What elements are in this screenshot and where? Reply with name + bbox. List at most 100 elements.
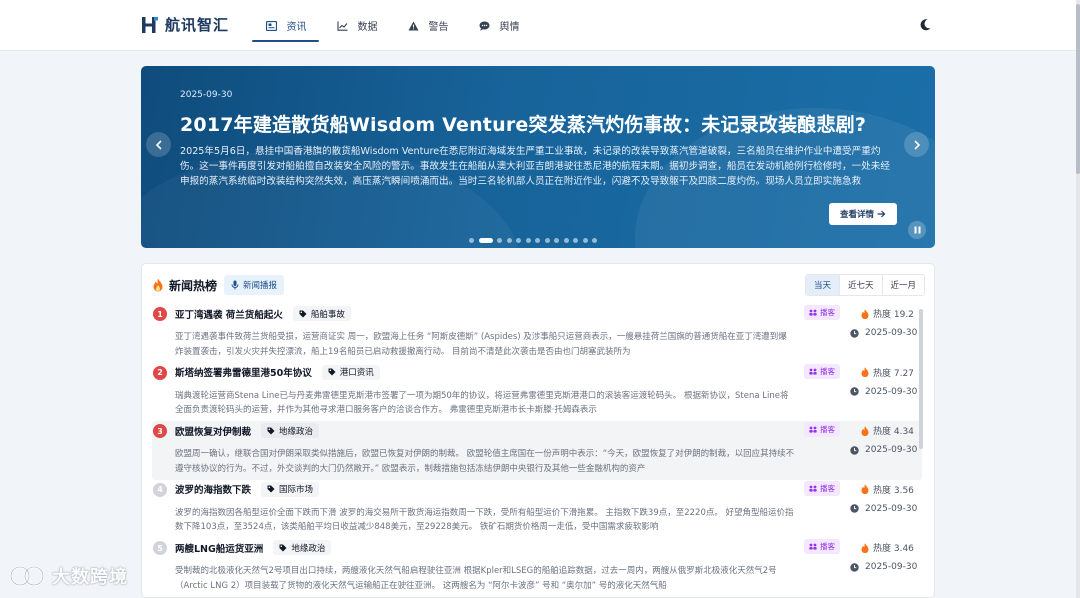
carousel-dot[interactable]	[525, 238, 531, 243]
clock-icon	[850, 504, 859, 513]
news-summary: 瑞典渡轮运营商Stena Line已与丹麦弗雷德里克斯港市签署了一项为期50年的…	[175, 390, 789, 416]
category-tag[interactable]: 地缘政治	[273, 540, 332, 555]
news-title[interactable]: 斯塔纳签署弗雷德里港50年协议	[175, 365, 312, 379]
news-title[interactable]: 两艘LNG船运货亚洲	[175, 541, 263, 555]
carousel-dot[interactable]	[544, 238, 550, 243]
podcast-label: 播客	[820, 542, 835, 551]
hero-title[interactable]: 2017年建造散货船Wisdom Venture突发蒸汽灼伤事故：未记录改装酿悲…	[180, 110, 866, 137]
brand-h-icon	[142, 16, 158, 33]
list-scrollbar-thumb[interactable]	[919, 309, 923, 449]
podcast-button[interactable]: 播客	[804, 305, 840, 320]
brand-logo[interactable]: 航讯智汇	[141, 14, 229, 35]
news-summary: 欧盟周一确认，继联合国对伊朗采取类似措施后，欧盟已恢复对伊朗的制裁。 欧盟轮值主…	[175, 449, 795, 474]
heat-value: 热度 7.27	[873, 368, 914, 379]
carousel-dot[interactable]	[535, 238, 540, 243]
featured-carousel: 2025-09-30 2017年建造散货船Wisdom Venture突发蒸汽灼…	[141, 66, 935, 248]
carousel-dot[interactable]	[582, 238, 588, 243]
period-today[interactable]: 当天	[806, 275, 840, 295]
panel-title: 新闻热榜	[169, 278, 218, 293]
news-title[interactable]: 亚丁湾遇袭 荷兰货船起火	[175, 307, 283, 321]
publish-date: 2025-09-30	[850, 445, 917, 455]
news-broadcast-button[interactable]: 新闻播报	[224, 275, 285, 295]
hot-news-item[interactable]: 1 亚丁湾遇袭 荷兰货船起火 船舶事故亚丁湾遇袭事件致荷兰货船受损，运营商证实 周一…	[152, 304, 922, 363]
podcast-button[interactable]: 播客	[804, 480, 840, 496]
hot-news-list: 1 亚丁湾遇袭 荷兰货船起火 船舶事故亚丁湾遇袭事件致荷兰货船受损，运营商证实 周一…	[152, 304, 922, 597]
publish-date: 2025-09-30	[850, 562, 917, 572]
heat-value: 热度 4.34	[873, 427, 914, 437]
main-nav: 资讯 数据 警告 舆情	[250, 0, 534, 51]
category-tag[interactable]: 国际市场	[261, 481, 320, 497]
category-label: 港口资讯	[339, 368, 374, 378]
date-value: 2025-09-30	[865, 503, 918, 514]
carousel-dot[interactable]	[497, 238, 502, 243]
hot-news-item[interactable]: 2 斯塔纳签署弗雷德里港50年协议 港口资讯 瑞典渡轮运营商Stena Line已与丹…	[152, 363, 922, 422]
app-name: 航讯智汇	[165, 16, 230, 34]
nav-label: 数据	[357, 22, 378, 33]
carousel-dot[interactable]	[506, 238, 512, 243]
tag-icon	[267, 485, 275, 493]
heat-value: 热度 19.2	[873, 310, 914, 320]
date-value: 2025-09-30	[865, 386, 918, 397]
publish-date: 2025-09-30	[850, 328, 917, 338]
moon-icon[interactable]	[918, 18, 932, 32]
nav-item-warning[interactable]: 警告	[392, 0, 463, 51]
carousel-dot[interactable]	[469, 238, 474, 243]
podcast-button[interactable]: 播客	[804, 363, 840, 379]
hot-news-item[interactable]: 3 欧盟恢复对伊制裁 地缘政治欧盟周一确认，继联合国对伊朗采取类似措施后，欧盟已恢复…	[152, 421, 922, 480]
period-1-month[interactable]: 近一月	[881, 275, 925, 295]
category-tag[interactable]: 地缘政治	[261, 423, 320, 438]
nav-item-opinion[interactable]: 舆情	[463, 0, 534, 51]
carousel-dot[interactable]	[563, 238, 569, 243]
tag-icon	[267, 427, 275, 434]
podcast-label: 播客	[820, 366, 835, 376]
period-7-days[interactable]: 近七天	[839, 275, 882, 295]
chart-line-icon	[336, 20, 350, 32]
category-tag[interactable]: 船舶事故	[292, 306, 351, 321]
view-details-button[interactable]: 查看详情	[829, 203, 897, 225]
hero-summary: 2025年5月6日，悬挂中国香港旗的散货船Wisdom Venture在悉尼附近…	[180, 146, 890, 187]
news-summary: 亚丁湾遇袭事件致荷兰货船受损，运营商证实 周一，欧盟海上任务 “阿斯皮德斯” (…	[175, 332, 787, 357]
watermark-text: 大数跨境	[52, 567, 128, 588]
podcast-label: 播客	[820, 308, 835, 317]
page-scrollbar[interactable]	[1076, 0, 1080, 598]
hot-news-item[interactable]: 5 两艘LNG船运货亚洲 地缘政治 受制裁的北极液化天然气2号项目出口持续，两艘液化天…	[152, 538, 922, 597]
rank-badge: 1	[153, 307, 167, 321]
category-tag[interactable]: 港口资讯	[321, 364, 380, 380]
carousel-next-button[interactable]	[904, 132, 929, 157]
podcast-button[interactable]: 播客	[804, 539, 840, 554]
carousel-dot[interactable]	[478, 238, 493, 243]
podcast-icon	[809, 543, 817, 550]
carousel-dot[interactable]	[516, 238, 521, 243]
podcast-icon	[809, 426, 817, 433]
category-label: 国际市场	[279, 485, 314, 495]
nav-item-news[interactable]: 资讯	[250, 0, 321, 51]
clock-icon	[850, 328, 859, 338]
date-value: 2025-09-30	[865, 328, 918, 338]
carousel-pause-button[interactable]	[908, 221, 926, 239]
nav-item-data[interactable]: 数据	[321, 0, 392, 51]
rank-badge: 3	[153, 424, 167, 438]
carousel-dot[interactable]	[554, 238, 559, 243]
carousel-prev-button[interactable]	[146, 132, 171, 157]
carousel-dot[interactable]	[592, 238, 597, 243]
pause-icon	[914, 226, 920, 234]
watermark: 大数跨境	[8, 562, 128, 590]
news-summary: 波罗的海指数因各船型运价全面下跌而下滑 波罗的海交易所干散货海运指数周一下跌，受…	[175, 507, 794, 533]
heat-score: 热度 4.34	[861, 424, 914, 437]
hot-news-panel: 新闻热榜 新闻播报 当天 近七天 近一月 1 亚丁湾遇袭 荷兰货船起火 船舶事故亚丁…	[141, 263, 935, 598]
hot-news-item[interactable]: 4 波罗的海指数下跌 国际市场 波罗的海指数因各船型运价全面下跌而下滑 波罗的海交易所…	[152, 480, 922, 539]
news-title[interactable]: 波罗的海指数下跌	[175, 482, 251, 496]
publish-date: 2025-09-30	[850, 387, 917, 397]
podcast-icon	[809, 368, 817, 375]
fire-icon	[153, 278, 163, 292]
heat-value: 热度 3.46	[873, 544, 914, 554]
podcast-button[interactable]: 播客	[804, 422, 840, 437]
item-title-row: 波罗的海指数下跌 国际市场	[175, 481, 320, 497]
carousel-dot[interactable]	[573, 238, 578, 243]
panel-header: 新闻热榜 新闻播报	[152, 275, 285, 295]
page-scrollbar-thumb[interactable]	[1076, 4, 1080, 174]
tag-icon	[299, 310, 307, 317]
date-value: 2025-09-30	[865, 562, 918, 572]
news-title[interactable]: 欧盟恢复对伊制裁	[175, 424, 251, 438]
podcast-label: 播客	[820, 425, 835, 434]
